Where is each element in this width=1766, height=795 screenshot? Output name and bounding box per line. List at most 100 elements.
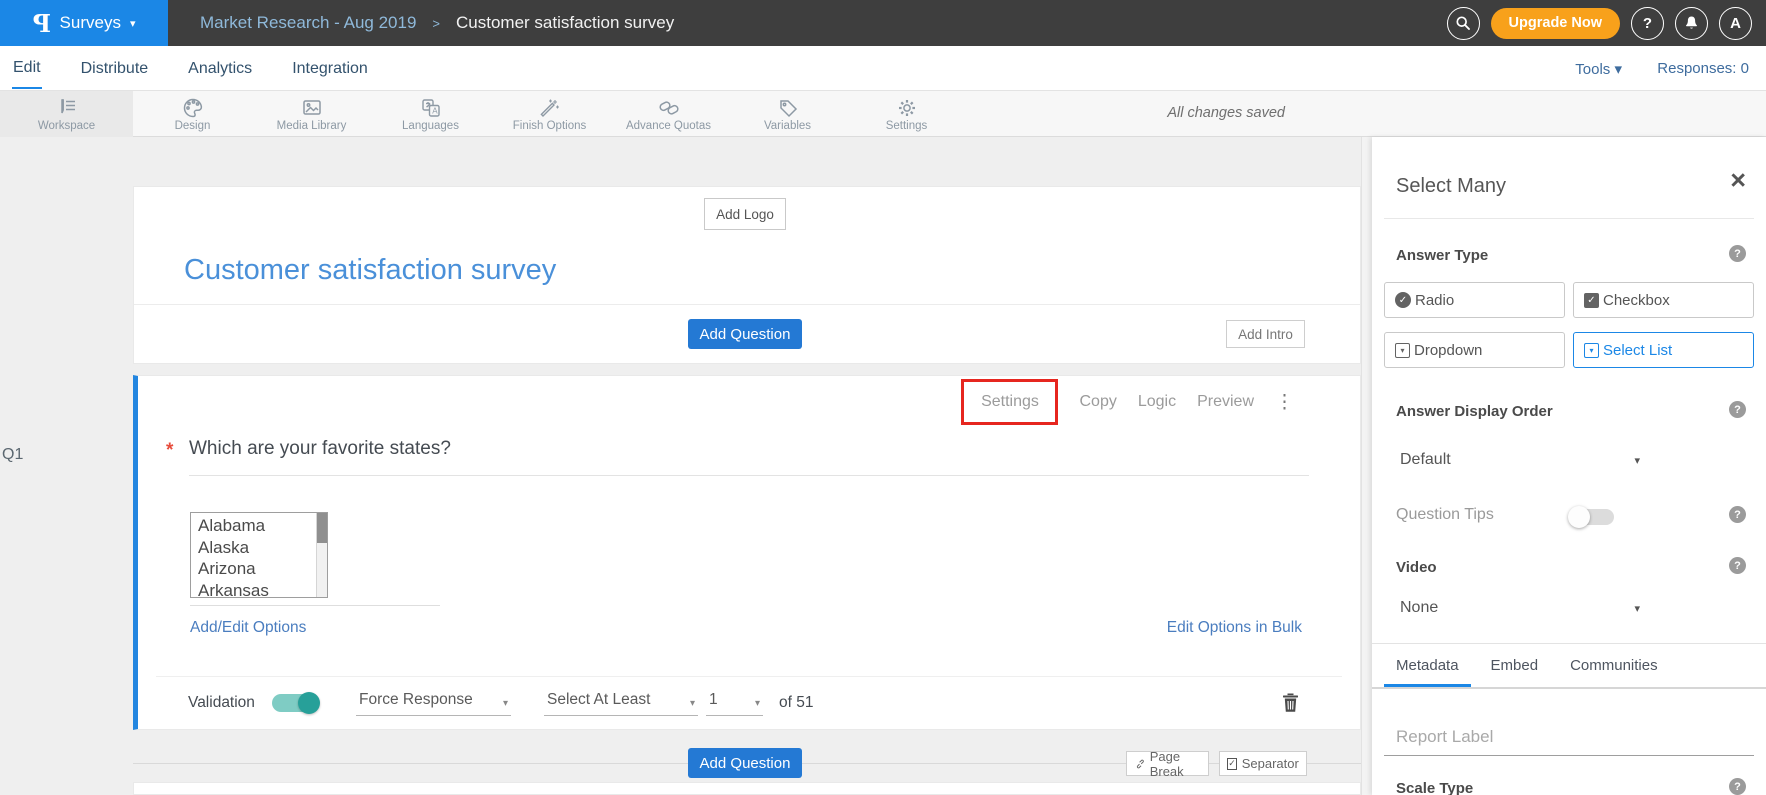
close-icon[interactable]: ×	[1730, 167, 1746, 194]
answer-type-checkbox[interactable]: ✓ Checkbox	[1573, 282, 1754, 318]
divider	[189, 475, 1309, 476]
toolbar-item-label: Advance Quotas	[626, 120, 711, 132]
question-settings-button[interactable]: Settings	[981, 393, 1039, 411]
add-question-button-bottom[interactable]: Add Question	[688, 748, 802, 778]
main-scrollbar[interactable]	[1361, 137, 1372, 795]
toolbar-item-settings[interactable]: Settings	[847, 91, 966, 137]
option-arkansas[interactable]: Arkansas	[198, 580, 327, 599]
question-tips-toggle[interactable]	[1570, 509, 1614, 525]
add-logo-button[interactable]: Add Logo	[704, 198, 786, 230]
answer-type-label-text: Checkbox	[1603, 292, 1670, 309]
answer-type-help-icon[interactable]: ?	[1729, 245, 1746, 262]
select-at-least-value: Select At Least	[547, 691, 650, 709]
answer-type-options: ✓ Radio ✓ Checkbox ▾ Dropdown ▾ Select L…	[1384, 282, 1754, 368]
survey-title[interactable]: Customer satisfaction survey	[184, 254, 556, 287]
search-icon	[1455, 15, 1471, 31]
select-list-options: Alabama Alaska Arizona Arkansas	[191, 513, 327, 598]
add-edit-options-link[interactable]: Add/Edit Options	[190, 619, 306, 637]
tab-embed[interactable]: Embed	[1479, 644, 1551, 687]
toolbar-item-workspace[interactable]: Workspace	[0, 91, 133, 137]
option-alaska[interactable]: Alaska	[198, 537, 327, 559]
chevron-down-icon: ▾	[130, 17, 136, 30]
page-break-label: Page Break	[1150, 749, 1199, 779]
chevron-down-icon: ▾	[690, 698, 695, 709]
tab-integration[interactable]: Integration	[291, 50, 369, 88]
responses-count[interactable]: Responses: 0	[1657, 60, 1749, 77]
next-card-edge	[133, 782, 1361, 795]
toolbar-item-finish-options[interactable]: Finish Options	[490, 91, 609, 137]
toolbar-item-label: Media Library	[277, 120, 347, 132]
chevron-down-icon: ▾	[1614, 61, 1622, 78]
question-text[interactable]: Which are your favorite states?	[189, 438, 451, 460]
scale-type-help-icon[interactable]: ?	[1729, 778, 1746, 795]
toolbar-item-languages[interactable]: A Languages	[371, 91, 490, 137]
survey-nav-tabs: Edit Distribute Analytics Integration	[12, 46, 369, 91]
notifications-button[interactable]	[1675, 7, 1708, 40]
more-options-icon[interactable]: ⋮	[1275, 391, 1294, 414]
tab-edit[interactable]: Edit	[12, 49, 42, 89]
of-total-label: of 51	[779, 694, 813, 712]
answer-type-radio[interactable]: ✓ Radio	[1384, 282, 1565, 318]
option-arizona[interactable]: Arizona	[198, 558, 327, 580]
question-tips-help-icon[interactable]: ?	[1729, 506, 1746, 523]
toolbar-item-design[interactable]: Design	[133, 91, 252, 137]
count-dropdown[interactable]: 1 ▾	[706, 691, 763, 716]
page-break-button[interactable]: Page Break	[1126, 751, 1209, 776]
validation-toggle[interactable]	[272, 694, 318, 712]
separator-button[interactable]: ✓ Separator	[1219, 751, 1307, 776]
tab-distribute[interactable]: Distribute	[80, 50, 150, 88]
toolbar-item-media-library[interactable]: Media Library	[252, 91, 371, 137]
answer-type-label-text: Radio	[1415, 292, 1454, 309]
help-button[interactable]: ?	[1631, 7, 1664, 40]
answer-type-dropdown[interactable]: ▾ Dropdown	[1384, 332, 1565, 368]
page-break-icon	[1136, 758, 1145, 770]
answer-type-select-list[interactable]: ▾ Select List	[1573, 332, 1754, 368]
question-tips-label: Question Tips	[1396, 506, 1494, 524]
question-copy-button[interactable]: Copy	[1079, 393, 1116, 411]
question-logic-button[interactable]: Logic	[1138, 393, 1176, 411]
report-label-input[interactable]	[1396, 727, 1716, 747]
toolbar-item-label: Workspace	[38, 120, 95, 132]
upgrade-now-button[interactable]: Upgrade Now	[1491, 8, 1620, 39]
delete-question-button[interactable]	[1281, 692, 1300, 718]
search-button[interactable]	[1447, 7, 1480, 40]
add-intro-button[interactable]: Add Intro	[1226, 320, 1305, 348]
divider	[1384, 755, 1754, 756]
toolbar-item-advance-quotas[interactable]: Advance Quotas	[609, 91, 728, 137]
breadcrumb-separator: >	[432, 16, 440, 31]
tab-communities[interactable]: Communities	[1558, 644, 1670, 687]
select-at-least-dropdown[interactable]: Select At Least ▾	[544, 691, 698, 716]
tab-analytics[interactable]: Analytics	[187, 50, 253, 88]
topbar-actions: Upgrade Now ? A	[1447, 0, 1752, 46]
video-dropdown[interactable]: None ▾	[1400, 599, 1640, 617]
toolbar-item-variables[interactable]: Variables	[728, 91, 847, 137]
scrollbar-thumb[interactable]	[317, 513, 327, 543]
validation-label: Validation	[188, 694, 260, 712]
toolbar-item-label: Finish Options	[513, 120, 587, 132]
force-response-dropdown[interactable]: Force Response ▾	[356, 691, 511, 716]
answer-type-label: Answer Type	[1396, 247, 1488, 264]
toolbar-item-label: Settings	[886, 120, 928, 132]
divider	[1384, 218, 1754, 219]
option-alabama[interactable]: Alabama	[198, 515, 327, 537]
select-list-answer[interactable]: Alabama Alaska Arizona Arkansas	[190, 512, 328, 598]
surveys-product-menu[interactable]: P Surveys ▾	[0, 0, 168, 46]
display-order-help-icon[interactable]: ?	[1729, 401, 1746, 418]
question-preview-button[interactable]: Preview	[1197, 393, 1254, 411]
tab-metadata[interactable]: Metadata	[1384, 644, 1471, 687]
display-order-dropdown[interactable]: Default ▾	[1400, 451, 1640, 469]
validation-row: Validation Force Response ▾ Select At Le…	[188, 686, 813, 720]
tools-menu[interactable]: Tools ▾	[1575, 60, 1622, 78]
breadcrumb-folder[interactable]: Market Research - Aug 2019	[200, 13, 416, 33]
scrollbar-track[interactable]	[316, 513, 327, 597]
chevron-down-icon: ▾	[503, 698, 508, 709]
scale-type-label: Scale Type	[1396, 780, 1473, 795]
add-question-button-top[interactable]: Add Question	[688, 319, 802, 349]
edit-options-in-bulk-link[interactable]: Edit Options in Bulk	[1167, 619, 1302, 637]
video-help-icon[interactable]: ?	[1729, 557, 1746, 574]
panel-tab-bar: Metadata Embed Communities	[1372, 643, 1766, 689]
radio-check-icon: ✓	[1395, 292, 1411, 308]
account-avatar[interactable]: A	[1719, 7, 1752, 40]
breadcrumb: Market Research - Aug 2019 > Customer sa…	[200, 13, 674, 33]
video-label: Video	[1396, 559, 1437, 576]
